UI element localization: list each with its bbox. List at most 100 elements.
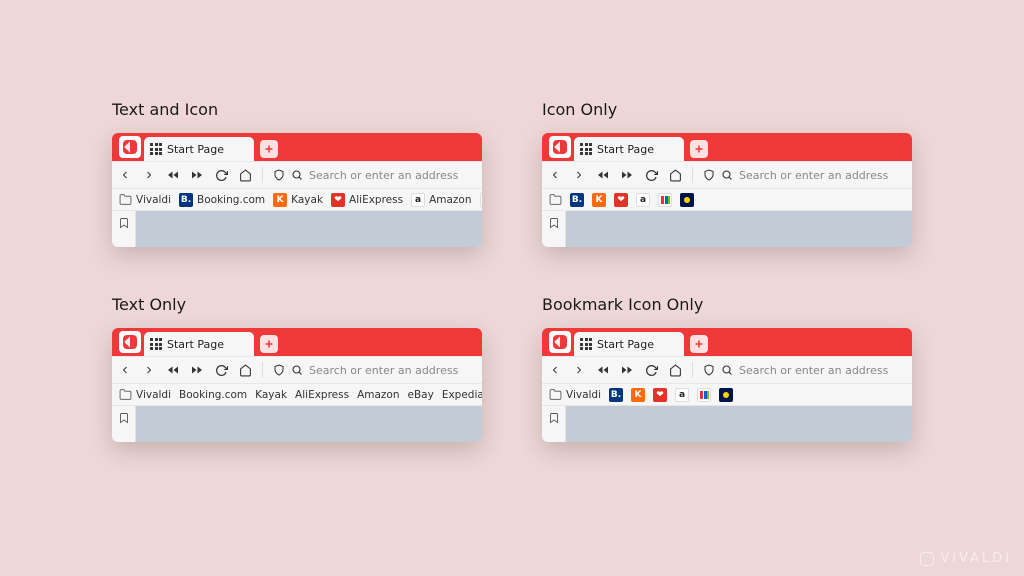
new-tab-button[interactable] bbox=[260, 335, 278, 353]
shield-icon[interactable] bbox=[703, 169, 715, 181]
tab-start-page[interactable]: Start Page bbox=[144, 332, 254, 356]
new-tab-button[interactable] bbox=[690, 140, 708, 158]
bookmark-item[interactable] bbox=[658, 193, 672, 207]
bookmark-item[interactable]: B. bbox=[609, 388, 623, 402]
bookmark-item[interactable]: ❤ bbox=[653, 388, 667, 402]
variant-title: Text Only bbox=[112, 295, 482, 314]
amazon-favicon: a bbox=[411, 193, 425, 207]
search-icon bbox=[721, 169, 733, 181]
forward-button[interactable] bbox=[142, 363, 156, 377]
bookmark-item[interactable] bbox=[719, 388, 733, 402]
speed-dial-icon bbox=[580, 338, 592, 350]
bookmark-item[interactable]: aAmazon bbox=[411, 193, 471, 207]
bookmark-item[interactable]: a bbox=[675, 388, 689, 402]
shield-icon[interactable] bbox=[273, 169, 285, 181]
address-field[interactable]: Search or enter an address bbox=[703, 165, 906, 185]
bookmark-item[interactable]: eBay bbox=[480, 193, 482, 207]
bookmark-item[interactable]: Kayak bbox=[255, 389, 287, 401]
bookmark-item[interactable]: Amazon bbox=[357, 389, 399, 401]
address-placeholder: Search or enter an address bbox=[309, 364, 458, 377]
forward-button[interactable] bbox=[572, 168, 586, 182]
forward-button[interactable] bbox=[142, 168, 156, 182]
bookmark-item[interactable]: eBay bbox=[408, 389, 434, 401]
vivaldi-menu-icon[interactable] bbox=[119, 331, 141, 353]
bookmark-item[interactable]: KKayak bbox=[273, 193, 323, 207]
rewind-button[interactable] bbox=[166, 168, 180, 182]
rewind-button[interactable] bbox=[596, 168, 610, 182]
bookmark-item[interactable]: ❤ bbox=[614, 193, 628, 207]
home-button[interactable] bbox=[668, 168, 682, 182]
rewind-button[interactable] bbox=[166, 363, 180, 377]
speed-dial-icon bbox=[150, 338, 162, 350]
panel-strip bbox=[112, 211, 136, 247]
address-field[interactable]: Search or enter an address bbox=[703, 360, 906, 380]
fast-forward-button[interactable] bbox=[620, 168, 634, 182]
back-button[interactable] bbox=[118, 168, 132, 182]
tab-start-page[interactable]: Start Page bbox=[574, 332, 684, 356]
vivaldi-menu-icon[interactable] bbox=[119, 136, 141, 158]
bookmark-item[interactable]: B.Booking.com bbox=[179, 193, 265, 207]
new-tab-button[interactable] bbox=[260, 140, 278, 158]
bookmarks-panel-icon[interactable] bbox=[548, 412, 560, 424]
fast-forward-button[interactable] bbox=[620, 363, 634, 377]
bookmarks-panel-icon[interactable] bbox=[118, 217, 130, 229]
aliex-favicon: ❤ bbox=[614, 193, 628, 207]
tab-label: Start Page bbox=[597, 143, 654, 156]
tab-start-page[interactable]: Start Page bbox=[574, 137, 684, 161]
bookmark-item[interactable]: B. bbox=[570, 193, 584, 207]
reload-button[interactable] bbox=[214, 363, 228, 377]
forward-button[interactable] bbox=[572, 363, 586, 377]
bookmark-item[interactable] bbox=[680, 193, 694, 207]
address-toolbar: Search or enter an address bbox=[112, 161, 482, 189]
panel-strip bbox=[542, 211, 566, 247]
vivaldi-menu-icon[interactable] bbox=[549, 136, 571, 158]
shield-icon[interactable] bbox=[703, 364, 715, 376]
panel-strip bbox=[112, 406, 136, 442]
reload-button[interactable] bbox=[644, 168, 658, 182]
tab-start-page[interactable]: Start Page bbox=[144, 137, 254, 161]
reload-button[interactable] bbox=[644, 363, 658, 377]
variant-title: Bookmark Icon Only bbox=[542, 295, 912, 314]
bookmark-label: AliExpress bbox=[349, 194, 403, 206]
reload-button[interactable] bbox=[214, 168, 228, 182]
fast-forward-button[interactable] bbox=[190, 168, 204, 182]
back-button[interactable] bbox=[548, 363, 562, 377]
address-field[interactable]: Search or enter an address bbox=[273, 360, 476, 380]
bookmark-folder[interactable] bbox=[548, 193, 562, 207]
home-button[interactable] bbox=[238, 168, 252, 182]
vivaldi-menu-icon[interactable] bbox=[549, 331, 571, 353]
bookmark-folder[interactable]: Vivaldi bbox=[118, 193, 171, 207]
back-button[interactable] bbox=[118, 363, 132, 377]
toolbar-divider bbox=[692, 362, 693, 378]
toolbar-divider bbox=[262, 167, 263, 183]
bookmark-item[interactable]: ❤AliExpress bbox=[331, 193, 403, 207]
new-tab-button[interactable] bbox=[690, 335, 708, 353]
bookmark-item[interactable]: AliExpress bbox=[295, 389, 349, 401]
home-button[interactable] bbox=[668, 363, 682, 377]
search-icon bbox=[291, 364, 303, 376]
bookmark-item[interactable]: a bbox=[636, 193, 650, 207]
address-field[interactable]: Search or enter an address bbox=[273, 165, 476, 185]
home-button[interactable] bbox=[238, 363, 252, 377]
shield-icon[interactable] bbox=[273, 364, 285, 376]
bookmark-label: eBay bbox=[408, 389, 434, 401]
bookmark-item[interactable]: K bbox=[631, 388, 645, 402]
bookmarks-panel-icon[interactable] bbox=[118, 412, 130, 424]
bookmark-label: Vivaldi bbox=[136, 194, 171, 206]
bookmark-bar: B. K ❤ a bbox=[542, 189, 912, 211]
bookmark-item[interactable]: K bbox=[592, 193, 606, 207]
back-button[interactable] bbox=[548, 168, 562, 182]
bookmark-bar: Vivaldi B. K ❤ a bbox=[542, 384, 912, 406]
bookmark-item[interactable]: Booking.com bbox=[179, 389, 247, 401]
bookmark-folder[interactable]: Vivaldi bbox=[548, 388, 601, 402]
folder-icon bbox=[118, 193, 132, 207]
bookmark-item[interactable]: Expedia bbox=[442, 389, 482, 401]
fast-forward-button[interactable] bbox=[190, 363, 204, 377]
bookmarks-panel-icon[interactable] bbox=[548, 217, 560, 229]
bookmark-folder[interactable]: Vivaldi bbox=[118, 388, 171, 402]
rewind-button[interactable] bbox=[596, 363, 610, 377]
vivaldi-watermark-icon bbox=[920, 552, 934, 566]
kayak-favicon: K bbox=[592, 193, 606, 207]
bookmark-item[interactable] bbox=[697, 388, 711, 402]
booking-favicon: B. bbox=[609, 388, 623, 402]
